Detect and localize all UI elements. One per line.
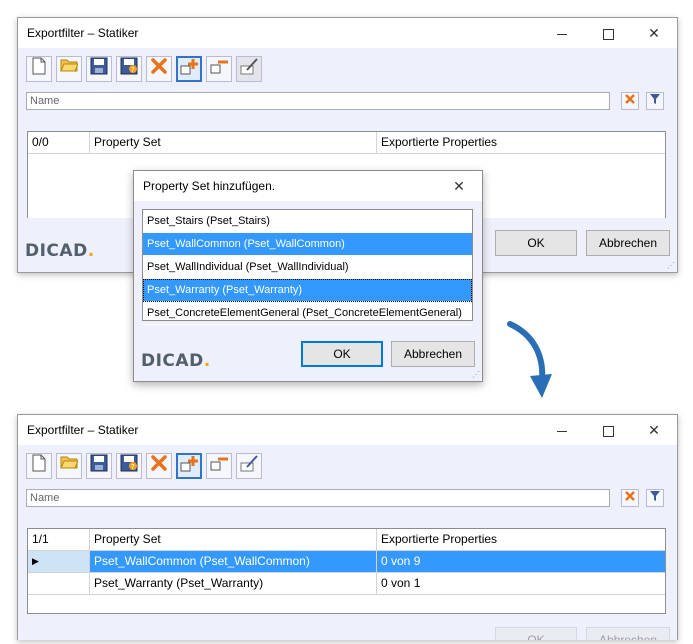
dialog-ok-button[interactable]: OK — [301, 341, 383, 367]
cancel-button[interactable]: Abbrechen — [586, 627, 670, 640]
list-item[interactable]: Pset_WallIndividual (Pset_WallIndividual… — [143, 256, 472, 279]
filter-icon — [650, 491, 660, 501]
open-button[interactable] — [56, 56, 82, 82]
table-row[interactable]: ▶ Pset_WallCommon (Pset_WallCommon) 0 vo… — [28, 551, 665, 573]
resize-grip[interactable]: ⋰ — [667, 262, 675, 270]
new-document-icon — [32, 57, 46, 75]
title-bar: Exportfilter – Statiker ✕ — [18, 18, 677, 48]
svg-text:?: ? — [131, 463, 135, 471]
record-counter: 1/1 — [28, 529, 90, 550]
clear-icon — [625, 94, 635, 104]
save-icon — [90, 57, 108, 75]
remove-property-set-button[interactable] — [206, 453, 232, 479]
export-filter-window-after: Exportfilter – Statiker ✕ ? Name 1/1 Pro… — [17, 414, 678, 640]
dialog-title: Property Set hinzufügen. — [143, 179, 276, 193]
clear-icon — [625, 491, 635, 501]
save-as-icon: ? — [120, 57, 138, 75]
new-document-icon — [32, 454, 46, 472]
dialog-title-bar: Property Set hinzufügen. ✕ — [134, 171, 482, 201]
edit-button[interactable] — [236, 453, 262, 479]
ok-button[interactable]: OK — [495, 230, 577, 256]
remove-property-set-icon — [210, 457, 228, 471]
name-filter-input[interactable]: Name — [26, 92, 610, 110]
edit-button[interactable] — [236, 56, 262, 82]
close-button[interactable]: ✕ — [631, 18, 677, 48]
add-property-set-icon — [180, 59, 198, 75]
dialog-close-button[interactable]: ✕ — [436, 171, 482, 201]
row-indicator: ▶ — [28, 551, 90, 572]
property-set-list: Pset_Stairs (Pset_Stairs) Pset_WallCommo… — [142, 209, 473, 325]
delete-icon — [151, 455, 167, 471]
cell-exported-properties[interactable]: 0 von 9 — [377, 551, 665, 572]
minimize-icon — [557, 33, 567, 35]
dialog-cancel-button[interactable]: Abbrechen — [391, 341, 475, 367]
filter-button[interactable] — [646, 489, 664, 507]
column-header-property-set[interactable]: Property Set — [90, 132, 377, 153]
maximize-button[interactable] — [585, 415, 631, 445]
save-icon — [90, 454, 108, 472]
grid-header: 1/1 Property Set Exportierte Properties — [28, 529, 665, 551]
save-button[interactable] — [86, 453, 112, 479]
cell-exported-properties[interactable]: 0 von 1 — [377, 573, 665, 594]
open-folder-icon — [60, 456, 79, 469]
list-item[interactable]: Pset_WallCommon (Pset_WallCommon) — [143, 233, 472, 256]
grid-header: 0/0 Property Set Exportierte Properties — [28, 132, 665, 154]
property-set-grid: 1/1 Property Set Exportierte Properties … — [27, 528, 666, 614]
open-button[interactable] — [56, 453, 82, 479]
edit-icon — [240, 455, 258, 472]
save-as-icon: ? — [120, 454, 138, 472]
delete-button[interactable] — [146, 453, 172, 479]
cell-property-set[interactable]: Pset_WallCommon (Pset_WallCommon) — [90, 551, 377, 572]
window-title: Exportfilter – Statiker — [27, 26, 139, 40]
column-header-exported-properties[interactable]: Exportierte Properties — [377, 529, 665, 550]
new-button[interactable] — [26, 453, 52, 479]
add-property-set-dialog: Property Set hinzufügen. ✕ Pset_Stairs (… — [133, 170, 483, 382]
add-property-set-button[interactable] — [176, 453, 202, 479]
edit-icon — [240, 58, 258, 75]
open-folder-icon — [60, 59, 79, 72]
minimize-icon — [557, 430, 567, 432]
filter-icon — [650, 94, 660, 104]
list-item[interactable]: Pset_Warranty (Pset_Warranty) — [143, 279, 472, 302]
save-as-button[interactable]: ? — [116, 56, 142, 82]
remove-property-set-icon — [210, 60, 228, 74]
window-title: Exportfilter – Statiker — [27, 423, 139, 437]
table-row[interactable]: Pset_Warranty (Pset_Warranty) 0 von 1 — [28, 573, 665, 595]
list-item[interactable]: Pset_ConcreteElementGeneral (Pset_Concre… — [143, 302, 472, 325]
save-button[interactable] — [86, 56, 112, 82]
transition-arrow-icon — [507, 321, 552, 398]
save-as-button[interactable]: ? — [116, 453, 142, 479]
list-item[interactable]: Pset_Stairs (Pset_Stairs) — [143, 210, 472, 233]
column-header-property-set[interactable]: Property Set — [90, 529, 377, 550]
maximize-button[interactable] — [585, 18, 631, 48]
delete-icon — [151, 58, 167, 74]
minimize-button[interactable] — [539, 415, 585, 445]
clear-filter-button[interactable] — [621, 489, 639, 507]
filter-button[interactable] — [646, 92, 664, 110]
cell-property-set[interactable]: Pset_Warranty (Pset_Warranty) — [90, 573, 377, 594]
minimize-button[interactable] — [539, 18, 585, 48]
logo-text: DICAD — [141, 351, 204, 371]
remove-property-set-button[interactable] — [206, 56, 232, 82]
resize-grip[interactable]: ⋰ — [472, 371, 480, 379]
close-button[interactable]: ✕ — [631, 415, 677, 445]
add-property-set-icon — [180, 456, 198, 472]
dicad-logo: DICAD. — [25, 241, 95, 261]
column-header-exported-properties[interactable]: Exportierte Properties — [377, 132, 665, 153]
new-button[interactable] — [26, 56, 52, 82]
svg-text:?: ? — [131, 66, 135, 74]
dicad-logo: DICAD. — [141, 351, 211, 371]
record-counter: 0/0 — [28, 132, 90, 153]
maximize-icon — [602, 28, 614, 40]
delete-button[interactable] — [146, 56, 172, 82]
ok-button[interactable]: OK — [495, 627, 577, 640]
clear-filter-button[interactable] — [621, 92, 639, 110]
title-bar: Exportfilter – Statiker ✕ — [18, 415, 677, 445]
cancel-button[interactable]: Abbrechen — [586, 230, 670, 256]
logo-text: DICAD — [25, 241, 88, 261]
add-property-set-button[interactable] — [176, 56, 202, 82]
maximize-icon — [602, 425, 614, 437]
name-filter-input[interactable]: Name — [26, 489, 610, 507]
row-indicator — [28, 573, 90, 594]
